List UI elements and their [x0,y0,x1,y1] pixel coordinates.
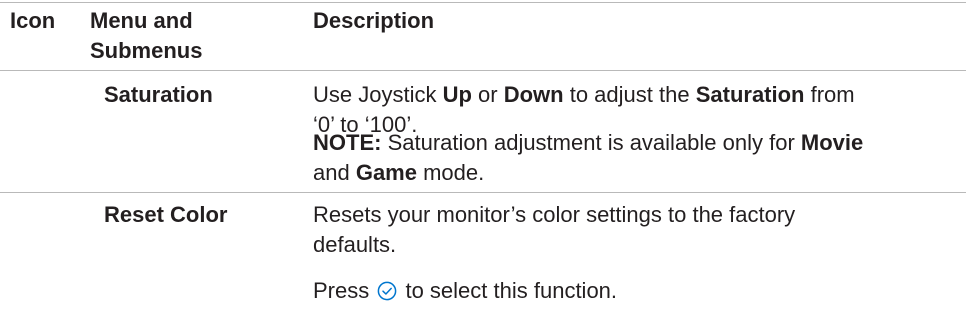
submenu-saturation: Saturation [104,82,213,107]
check-circle-icon [377,279,397,301]
reset-color-press-instruction: Press to select this function. [313,278,618,303]
header-bottom-rule [0,70,966,71]
saturation-description-line1: Use Joystick Up or Down to adjust the Sa… [313,82,855,107]
reset-color-description-line2: defaults. [313,232,397,257]
column-header-description: Description [313,8,435,33]
column-header-icon: Icon [10,8,56,33]
saturation-note-line1: NOTE: Saturation adjustment is available… [313,130,864,155]
column-header-menu: Menu and Submenus [90,6,202,66]
submenu-reset-color: Reset Color [104,202,228,227]
saturation-note-line2: and Game mode. [313,160,485,185]
note-label: NOTE: [313,130,382,155]
table-top-rule [0,2,966,3]
column-header-menu-line2: Submenus [90,38,203,63]
reset-color-description: Resets your monitor’s color settings to … [313,200,795,260]
row-divider [0,192,966,193]
saturation-note: NOTE: Saturation adjustment is available… [313,128,863,188]
reset-color-description-line1: Resets your monitor’s color settings to … [313,202,796,227]
column-header-menu-line1: Menu and [90,8,193,33]
